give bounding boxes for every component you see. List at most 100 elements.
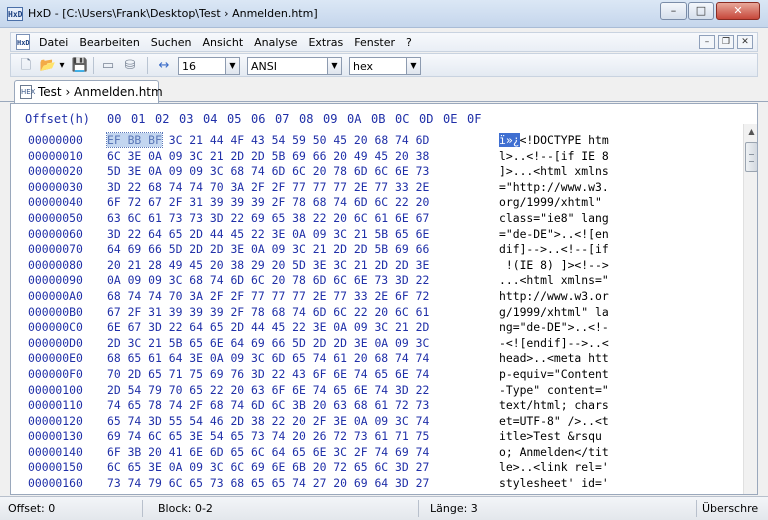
row-text[interactable]: ï»¿<!DOCTYPE htm	[499, 133, 609, 147]
row-text[interactable]: g/1999/xhtml" la	[499, 305, 609, 319]
row-hex[interactable]: 70 2D 65 71 75 69 76 3D 22 43 6F 6E 74 6…	[107, 367, 429, 381]
hex-row[interactable]: 00000120 65 74 3D 55 54 46 2D 38 22 20 2F…	[11, 414, 741, 430]
row-hex[interactable]: 6F 72 67 2F 31 39 39 39 2F 78 68 74 6D 6…	[107, 195, 429, 209]
menu-bearbeiten[interactable]: Bearbeiten	[79, 36, 139, 49]
row-text[interactable]: -Type" content="	[499, 383, 609, 397]
row-text[interactable]: l>..<!--[if IE 8	[499, 149, 609, 163]
menu-analyse[interactable]: Analyse	[254, 36, 297, 49]
row-hex[interactable]: 68 74 74 70 3A 2F 2F 77 77 77 2E 77 33 2…	[107, 289, 429, 303]
hex-row[interactable]: 00000020 5D 3E 0A 09 09 3C 68 74 6D 6C 20…	[11, 164, 741, 180]
row-hex[interactable]: 2D 3C 21 5B 65 6E 64 69 66 5D 2D 2D 3E 0…	[107, 336, 429, 350]
document-minimize-button[interactable]: –	[699, 35, 715, 49]
selected-text[interactable]: ï»¿	[499, 133, 520, 147]
hex-row[interactable]: 00000050 63 6C 61 73 73 3D 22 69 65 38 22…	[11, 211, 741, 227]
close-button[interactable]: ✕	[716, 2, 760, 20]
row-hex[interactable]: 65 74 3D 55 54 46 2D 38 22 20 2F 3E 0A 0…	[107, 414, 429, 428]
row-text[interactable]: !(IE 8) ]><!-->	[499, 258, 609, 272]
hex-row[interactable]: 00000090 0A 09 09 3C 68 74 6D 6C 20 78 6D…	[11, 273, 741, 289]
chevron-down-icon[interactable]: ▼	[225, 58, 239, 74]
row-text[interactable]: ]>...<html xmlns	[499, 164, 609, 178]
hex-row[interactable]: 00000080 20 21 28 49 45 20 38 29 20 5D 3E…	[11, 258, 741, 274]
bytes-per-row-select[interactable]: 16 ▼	[178, 57, 240, 75]
chevron-down-icon[interactable]: ▼	[327, 58, 341, 74]
hex-editor[interactable]: Offset(h) 00 01 02 03 04 05 06 07 08 09 …	[10, 103, 758, 495]
menu-ansicht[interactable]: Ansicht	[203, 36, 244, 49]
save-icon[interactable]: 💾	[71, 57, 89, 74]
row-hex[interactable]: 6C 65 3E 0A 09 3C 6C 69 6E 6B 20 72 65 6…	[107, 460, 429, 474]
hex-row[interactable]: 00000140 6F 3B 20 41 6E 6D 65 6C 64 65 6E…	[11, 445, 741, 461]
new-file-icon[interactable]: 🗋	[17, 57, 35, 74]
row-hex[interactable]: 6C 3E 0A 09 3C 21 2D 2D 5B 69 66 20 49 4…	[107, 149, 429, 163]
row-hex[interactable]: 2D 54 79 70 65 22 20 63 6F 6E 74 65 6E 7…	[107, 383, 429, 397]
row-hex[interactable]: EF BB BF 3C 21 44 4F 43 54 59 50 45 20 6…	[106, 132, 430, 148]
open-dropdown-icon[interactable]: ▾	[57, 57, 67, 74]
row-hex[interactable]: 64 69 66 5D 2D 2D 3E 0A 09 3C 21 2D 2D 5…	[107, 242, 429, 256]
row-text[interactable]: le>..<link rel='	[499, 460, 609, 474]
maximize-button[interactable]: □	[688, 2, 714, 20]
menu-fenster[interactable]: Fenster	[354, 36, 395, 49]
row-text[interactable]: -<![endif]-->..<	[499, 336, 609, 350]
row-text[interactable]: org/1999/xhtml"	[499, 195, 609, 209]
row-hex[interactable]: 69 74 6C 65 3E 54 65 73 74 20 26 72 73 6…	[107, 429, 429, 443]
document-icon[interactable]: HxD	[16, 34, 30, 50]
menu-help[interactable]: ?	[406, 36, 412, 49]
hex-row[interactable]: 00000000 EF BB BF 3C 21 44 4F 43 54 59 5…	[11, 132, 741, 149]
hex-row[interactable]: 000000D0 2D 3C 21 5B 65 6E 64 69 66 5D 2D…	[11, 336, 741, 352]
row-text[interactable]: dif]-->..<!--[if	[499, 242, 609, 256]
row-hex[interactable]: 67 2F 31 39 39 39 2F 78 68 74 6D 6C 22 2…	[107, 305, 429, 319]
row-hex[interactable]: 5D 3E 0A 09 09 3C 68 74 6D 6C 20 78 6D 6…	[107, 164, 429, 178]
hex-row[interactable]: 000000A0 68 74 74 70 3A 2F 2F 77 77 77 2E…	[11, 289, 741, 305]
hex-row[interactable]: 00000030 3D 22 68 74 74 70 3A 2F 2F 77 77…	[11, 180, 741, 196]
document-restore-button[interactable]: ❐	[718, 35, 734, 49]
offset-base-select[interactable]: hex ▼	[349, 57, 421, 75]
row-hex[interactable]: 0A 09 09 3C 68 74 6D 6C 20 78 6D 6C 6E 7…	[107, 273, 429, 287]
row-text[interactable]: ng="de-DE">..<!-	[499, 320, 609, 334]
hex-row[interactable]: 00000110 74 65 78 74 2F 68 74 6D 6C 3B 20…	[11, 398, 741, 414]
row-text[interactable]: p-equiv="Content	[499, 367, 609, 381]
hex-row[interactable]: 00000150 6C 65 3E 0A 09 3C 6C 69 6E 6B 20…	[11, 460, 741, 476]
menu-datei[interactable]: Datei	[39, 36, 68, 49]
row-text[interactable]: stylesheet' id='	[499, 476, 609, 490]
row-text[interactable]: text/html; chars	[499, 398, 609, 412]
hex-row[interactable]: 00000070 64 69 66 5D 2D 2D 3E 0A 09 3C 21…	[11, 242, 741, 258]
row-hex-rest[interactable]: 3C 21 44 4F 43 54 59 50 45 20 68 74 6D	[162, 133, 430, 147]
chevron-down-icon[interactable]: ▼	[406, 58, 420, 74]
open-folder-icon[interactable]: 📂	[39, 57, 57, 74]
row-text[interactable]: itle>Test &rsqu	[499, 429, 602, 443]
hex-row[interactable]: 00000130 69 74 6C 65 3E 54 65 73 74 20 26…	[11, 429, 741, 445]
hex-row[interactable]: 00000060 3D 22 64 65 2D 44 45 22 3E 0A 09…	[11, 227, 741, 243]
row-text[interactable]: o; Anmelden</tit	[499, 445, 609, 459]
hex-row[interactable]: 00000100 2D 54 79 70 65 22 20 63 6F 6E 74…	[11, 383, 741, 399]
hex-row[interactable]: 000000C0 6E 67 3D 22 64 65 2D 44 45 22 3E…	[11, 320, 741, 336]
hex-row[interactable]: 00000160 73 74 79 6C 65 73 68 65 65 74 27…	[11, 476, 741, 492]
menu-suchen[interactable]: Suchen	[151, 36, 192, 49]
minimize-button[interactable]: –	[660, 2, 687, 20]
scroll-up-icon[interactable]: ▲	[744, 124, 757, 140]
menu-extras[interactable]: Extras	[308, 36, 343, 49]
row-hex[interactable]: 3D 22 68 74 74 70 3A 2F 2F 77 77 77 2E 7…	[107, 180, 429, 194]
row-text[interactable]: ...<html xmlns="	[499, 273, 609, 287]
row-hex[interactable]: 3D 22 64 65 2D 44 45 22 3E 0A 09 3C 21 5…	[107, 227, 429, 241]
row-hex[interactable]: 20 21 28 49 45 20 38 29 20 5D 3E 3C 21 2…	[107, 258, 429, 272]
row-text[interactable]: et=UTF-8" />..<t	[499, 414, 609, 428]
row-text[interactable]: head>..<meta htt	[499, 351, 609, 365]
row-hex[interactable]: 6F 3B 20 41 6E 6D 65 6C 64 65 6E 3C 2F 7…	[107, 445, 429, 459]
hex-row[interactable]: 000000E0 68 65 61 64 3E 0A 09 3C 6D 65 74…	[11, 351, 741, 367]
row-text[interactable]: ="de-DE">..<![en	[499, 227, 609, 241]
hex-row[interactable]: 00000010 6C 3E 0A 09 3C 21 2D 2D 5B 69 66…	[11, 149, 741, 165]
charset-select[interactable]: ANSI ▼	[247, 57, 342, 75]
vertical-scrollbar[interactable]: ▲	[743, 124, 757, 494]
document-close-button[interactable]: ✕	[737, 35, 753, 49]
row-text[interactable]: class="ie8" lang	[499, 211, 609, 225]
hex-row[interactable]: 000000F0 70 2D 65 71 75 69 76 3D 22 43 6F…	[11, 367, 741, 383]
open-disk-icon[interactable]: ⛁	[121, 57, 139, 74]
open-ram-icon[interactable]: ▭	[99, 57, 117, 74]
tab-anmelden[interactable]: HEX Test › Anmelden.htm	[14, 80, 163, 103]
row-hex[interactable]: 74 65 78 74 2F 68 74 6D 6C 3B 20 63 68 6…	[107, 398, 429, 412]
scrollbar-thumb[interactable]	[745, 142, 757, 172]
row-hex[interactable]: 73 74 79 6C 65 73 68 65 65 74 27 20 69 6…	[107, 476, 429, 490]
row-text[interactable]: http://www.w3.or	[499, 289, 609, 303]
row-hex[interactable]: 6E 67 3D 22 64 65 2D 44 45 22 3E 0A 09 3…	[107, 320, 429, 334]
hex-row[interactable]: 000000B0 67 2F 31 39 39 39 2F 78 68 74 6D…	[11, 305, 741, 321]
selected-bytes[interactable]: EF BB BF	[106, 132, 163, 148]
